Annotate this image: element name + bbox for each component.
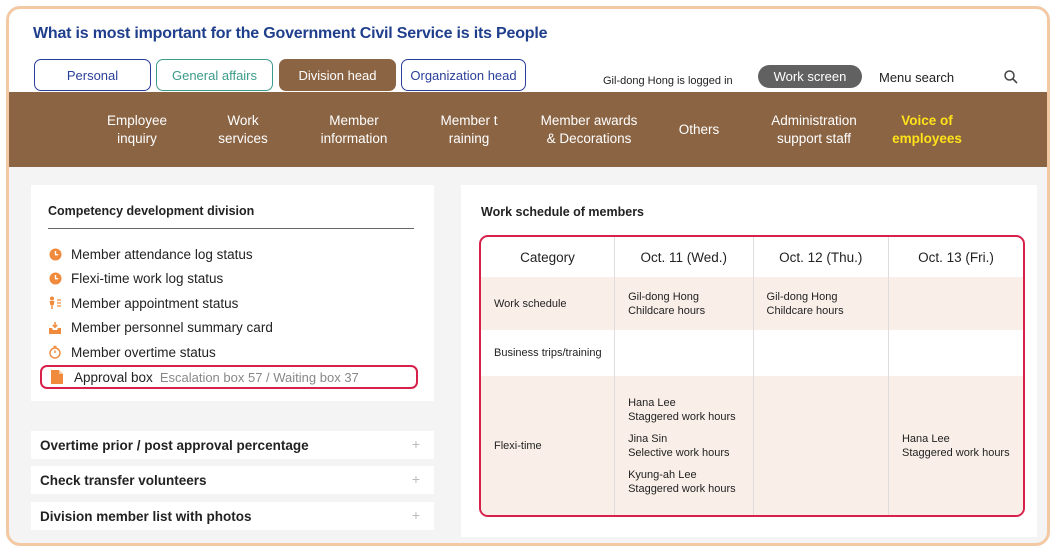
table-cell: Gil-dong Hong Childcare hours [614,277,754,330]
schedule-entry: Kyung-ah Lee Staggered work hours [628,468,736,495]
nav-employee-inquiry[interactable]: Employee inquiry [87,92,187,167]
table-row: Work schedule Gil-dong Hong Childcare ho… [481,277,1023,330]
nav-work-services[interactable]: Work services [193,92,293,167]
col-oct11: Oct. 11 (Wed.) [614,237,754,277]
division-panel: Competency development division Member a… [31,185,434,401]
schedule-table-frame: Category Oct. 11 (Wed.) Oct. 12 (Thu.) O… [479,235,1025,517]
document-icon [51,370,65,384]
page-frame: What is most important for the Governmen… [6,6,1050,546]
link-flexi-time-log[interactable]: Flexi-time work log status [48,267,273,292]
col-category: Category [520,249,575,265]
nav-member-information[interactable]: Member information [299,92,409,167]
row-label-flexi-time: Flexi-time [481,376,615,515]
table-cell [752,376,889,515]
plus-icon[interactable]: + [412,471,420,487]
login-status: Gil-dong Hong is logged in [603,75,733,87]
table-header-row: Category Oct. 11 (Wed.) Oct. 12 (Thu.) O… [481,237,1023,277]
division-links: Member attendance log status Flexi-time … [48,242,273,365]
plus-icon[interactable]: + [412,436,420,452]
link-overtime-status[interactable]: Member overtime status [48,340,273,365]
stopwatch-icon [48,345,62,359]
table-cell: Gil-dong Hong Childcare hours [752,277,889,330]
schedule-entry: Hana Lee Staggered work hours [628,396,736,423]
table-row: Flexi-time Hana Lee Staggered work hours … [481,376,1023,515]
link-personnel-summary[interactable]: Member personnel summary card [48,316,273,341]
approval-box-counts: Escalation box 57 / Waiting box 37 [159,369,359,385]
table-cell [887,277,1023,330]
approval-box-label: Approval box [74,369,153,385]
row-label-work-schedule: Work schedule [481,277,615,330]
link-appointment-status[interactable]: Member appointment status [48,291,273,316]
table-cell [614,330,754,376]
search-icon[interactable] [1003,69,1019,85]
download-tray-icon [48,321,62,335]
nav-member-awards[interactable]: Member awards & Decorations [524,92,654,167]
top-header: What is most important for the Governmen… [9,9,1047,92]
plus-icon[interactable]: + [412,507,420,523]
table-cell: Hana Lee Staggered work hours Jina Sin Sel… [614,376,754,515]
menu-search-input[interactable]: Menu search [867,64,1029,90]
clock-icon [48,272,62,286]
division-title: Competency development division [48,204,255,218]
person-list-icon [48,296,62,310]
col-oct12: Oct. 12 (Thu.) [752,237,889,277]
schedule-title: Work schedule of members [481,205,645,219]
accordion-overtime-approval[interactable]: Overtime prior / post approval percentag… [31,431,434,459]
nav-administration-support[interactable]: Administration support staff [749,92,879,167]
accordion-transfer-volunteers[interactable]: Check transfer volunteers + [31,466,434,494]
tab-general-affairs[interactable]: General affairs [156,59,273,91]
page-title: What is most important for the Governmen… [33,25,548,42]
nav-member-training[interactable]: Member t raining [419,92,519,167]
nav-voice-of-employees[interactable]: Voice of employees [877,92,977,167]
divider [48,228,414,229]
schedule-entry: Jina Sin Selective work hours [628,432,730,459]
accordion-member-photos[interactable]: Division member list with photos + [31,502,434,530]
clock-icon [48,247,62,261]
tab-organization-head[interactable]: Organization head [401,59,526,91]
nav-others[interactable]: Others [659,92,739,167]
approval-box-link[interactable]: Approval box Escalation box 57 / Waiting… [40,365,418,389]
tab-personal[interactable]: Personal [34,59,151,91]
work-screen-button[interactable]: Work screen [758,65,862,88]
table-cell [887,330,1023,376]
link-attendance-log[interactable]: Member attendance log status [48,242,273,267]
tab-division-head[interactable]: Division head [279,59,396,91]
schedule-table: Category Oct. 11 (Wed.) Oct. 12 (Thu.) O… [481,237,1023,515]
schedule-panel: Work schedule of members Category Oct. 1… [461,185,1037,537]
table-cell: Hana Lee Staggered work hours [887,376,1023,515]
menu-search-label: Menu search [879,69,955,85]
table-row: Business trips/training [481,330,1023,376]
row-label-business-trips: Business trips/training [494,347,602,359]
main-navigation: Employee inquiry Work services Member infor… [9,92,1047,167]
table-cell [752,330,889,376]
col-oct13: Oct. 13 (Fri.) [887,237,1023,277]
